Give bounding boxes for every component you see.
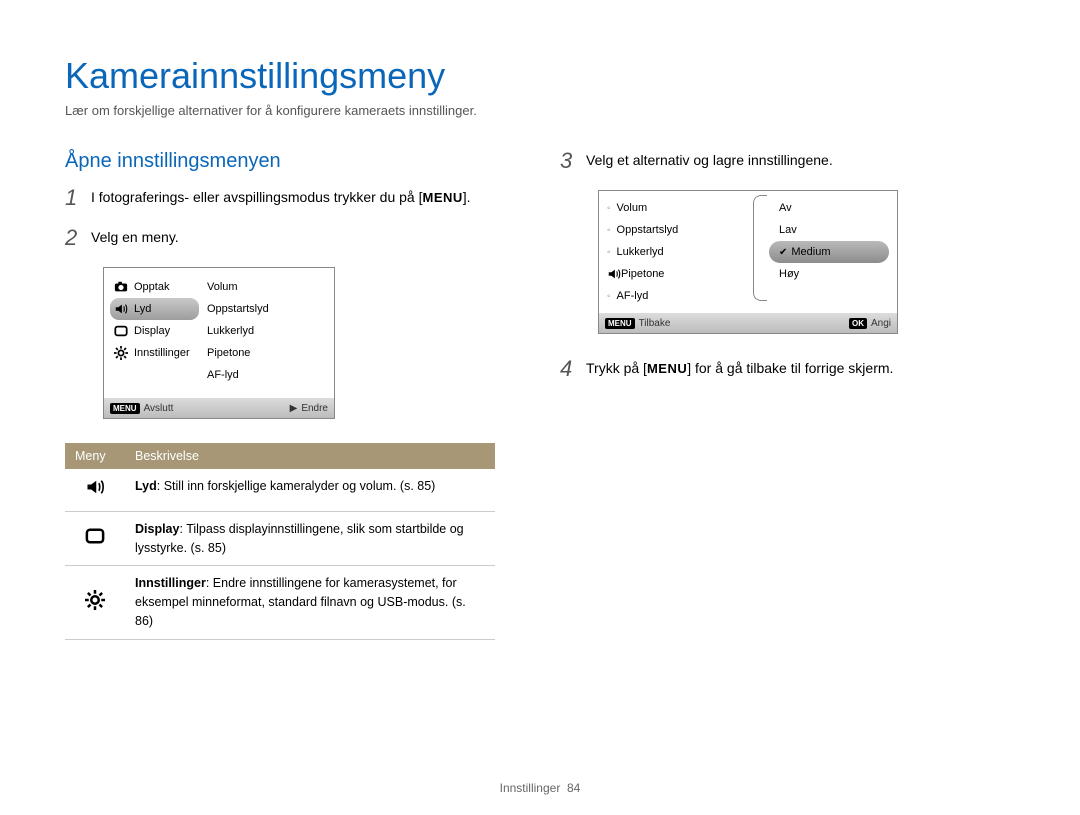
submenu-item[interactable]: Volum [207, 276, 326, 298]
step-number: 1 [65, 187, 81, 209]
step-number: 2 [65, 227, 81, 249]
menu-item-display[interactable]: Display [110, 320, 199, 342]
option-value[interactable]: Lav [769, 219, 889, 241]
submenu-item[interactable]: Oppstartslyd [207, 298, 326, 320]
menu-item-label: Opptak [134, 281, 169, 293]
camera-icon [114, 280, 128, 294]
display-icon [114, 324, 128, 338]
sound-icon [114, 302, 128, 316]
menu-item-innstillinger[interactable]: Innstillinger [110, 342, 199, 364]
footer-action-back: Tilbake [639, 318, 671, 329]
bullet-icon [607, 290, 617, 302]
menu-badge: MENU [110, 403, 140, 414]
bullet-icon [607, 224, 617, 236]
submenu-item[interactable]: AF-lyd [207, 364, 326, 386]
step-1: 1 I fotograferings- eller avspillingsmod… [65, 187, 520, 209]
footer-action-change: Endre [301, 403, 328, 414]
step-number: 3 [560, 150, 576, 172]
menu-item-label: Innstillinger [134, 347, 190, 359]
menu-item-lyd[interactable]: Lyd [110, 298, 199, 320]
step-text: Velg et alternativ og lagre innstillinge… [586, 150, 833, 172]
menu-item-label: Lyd [134, 303, 151, 315]
page-intro: Lær om forskjellige alternativer for å k… [65, 103, 1015, 118]
gear-icon [85, 590, 105, 610]
option-name[interactable]: AF-lyd [607, 285, 769, 307]
option-value[interactable]: Medium [769, 241, 889, 263]
menu-description-table: Meny Beskrivelse Lyd: Still inn forskjel… [65, 443, 495, 640]
step-3: 3 Velg et alternativ og lagre innstillin… [560, 150, 1015, 172]
bullet-icon [607, 202, 617, 214]
table-row: Innstillinger: Endre innstillingene for … [65, 566, 495, 639]
option-value[interactable]: Av [769, 197, 889, 219]
step-text: Velg en meny. [91, 227, 179, 249]
sound-icon [607, 267, 621, 281]
display-icon [85, 526, 105, 546]
option-name[interactable]: Pipetone [607, 263, 769, 285]
section-heading: Åpne innstillingsmenyen [65, 150, 520, 173]
bullet-icon [607, 246, 617, 258]
page-footer: Innstillinger 84 [0, 781, 1080, 795]
col-header-desc: Beskrivelse [125, 443, 495, 469]
footer-action-exit: Avslutt [144, 403, 174, 414]
option-group-bracket [753, 195, 767, 301]
option-name[interactable]: Lukkerlyd [607, 241, 769, 263]
gear-icon [114, 346, 128, 360]
col-header-menu: Meny [65, 443, 125, 469]
submenu-item[interactable]: Pipetone [207, 342, 326, 364]
step-2: 2 Velg en meny. [65, 227, 520, 249]
step-number: 4 [560, 358, 576, 380]
submenu-item[interactable]: Lukkerlyd [207, 320, 326, 342]
camera-screen-menu: Opptak Lyd Display Innstillinger VolumOppst… [103, 267, 335, 419]
step-4: 4 Trykk på [MENU] for å gå tilbake til f… [560, 358, 1015, 380]
ok-badge: OK [849, 318, 867, 329]
check-icon [779, 246, 791, 258]
table-row: Lyd: Still inn forskjellige kameralyder … [65, 469, 495, 511]
sound-icon [85, 477, 105, 497]
menu-button-label: MENU [647, 361, 687, 376]
option-name[interactable]: Oppstartslyd [607, 219, 769, 241]
table-row: Display: Tilpass displayinnstillingene, … [65, 511, 495, 566]
menu-badge: MENU [605, 318, 635, 329]
menu-item-opptak[interactable]: Opptak [110, 276, 199, 298]
option-value[interactable]: Høy [769, 263, 889, 285]
step-text: Trykk på [586, 360, 643, 376]
camera-screen-option: VolumOppstartslydLukkerlydPipetoneAF-lyd… [598, 190, 898, 334]
option-name[interactable]: Volum [607, 197, 769, 219]
step-text: I fotograferings- eller avspillingsmodus… [91, 189, 419, 205]
menu-button-label: MENU [422, 190, 462, 205]
footer-action-set: Angi [871, 318, 891, 329]
arrow-right-icon: ▶ [290, 403, 298, 414]
menu-item-label: Display [134, 325, 170, 337]
page-title: Kamerainnstillingsmeny [65, 55, 1015, 97]
